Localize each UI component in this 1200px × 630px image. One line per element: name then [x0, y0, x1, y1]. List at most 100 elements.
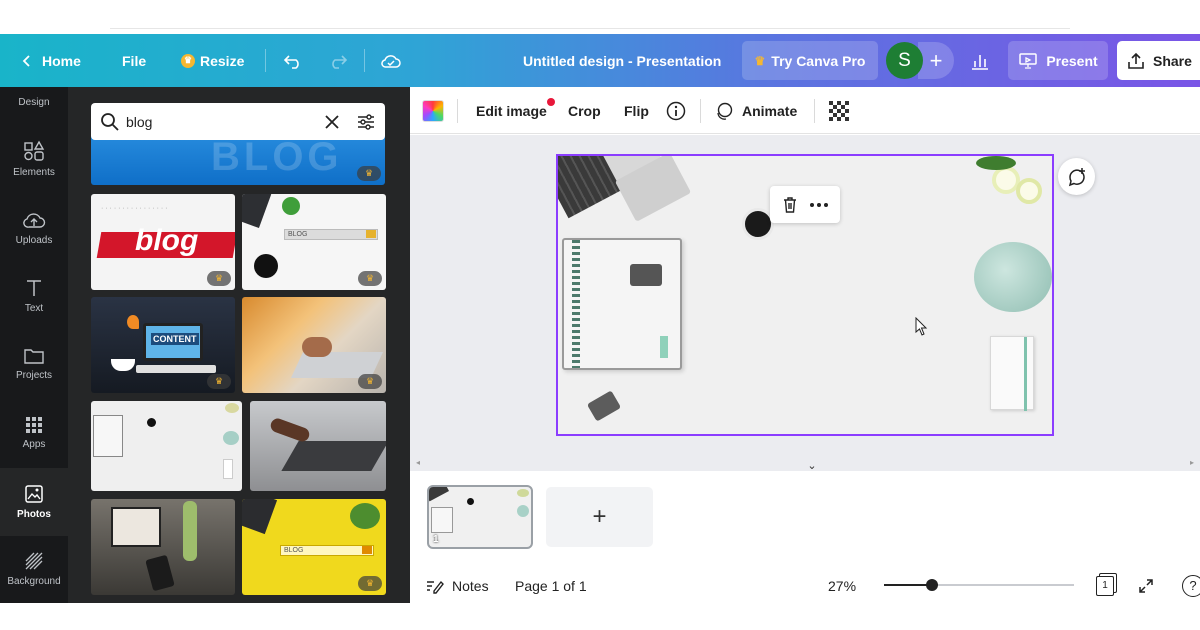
photo-cactus — [183, 501, 197, 561]
photo-phone — [145, 554, 175, 592]
flip-label: Flip — [624, 102, 649, 119]
canvas-small-notebook — [990, 336, 1034, 411]
photo-thumb-blog-wordcloud[interactable]: · · · · · · · · · · · · · · · · blog ♛ — [91, 194, 235, 290]
redo-icon — [332, 54, 348, 69]
scroll-left-icon[interactable]: ◂ — [416, 458, 420, 467]
animate-label: Animate — [742, 102, 798, 119]
help-button[interactable]: ? — [1182, 568, 1200, 603]
sidebar-item-apps[interactable]: Apps — [0, 400, 68, 466]
sidebar-item-uploads[interactable]: Uploads — [0, 195, 68, 261]
bar-chart-icon — [972, 54, 988, 70]
photo-plant — [282, 197, 300, 215]
flip-button[interactable]: Flip — [624, 87, 649, 134]
document-title-text: Untitled design - Presentation — [523, 52, 722, 69]
help-icon: ? — [1182, 574, 1200, 597]
fullscreen-button[interactable] — [1138, 568, 1154, 603]
redo-button[interactable] — [328, 34, 348, 87]
chevron-down-icon: ⌄ — [807, 459, 817, 472]
top-margin — [0, 0, 1200, 34]
photo-thumb-content-laptop[interactable]: CONTENT ♛ — [91, 297, 235, 393]
premium-crown-badge: ♛ — [358, 271, 382, 286]
share-button[interactable]: Share — [1117, 41, 1200, 80]
edit-image-label: Edit image — [476, 102, 547, 119]
crown-icon: ♛ — [181, 53, 195, 68]
try-pro-label: Try Canva Pro — [771, 52, 866, 69]
file-label: File — [122, 52, 147, 69]
search-input[interactable] — [126, 113, 316, 130]
photo-thumb-laptop-hands[interactable] — [250, 401, 386, 491]
photo-thumb-typing-sunset[interactable]: ♛ — [242, 297, 386, 393]
notes-button[interactable]: Notes — [426, 568, 489, 603]
undo-button[interactable] — [283, 34, 303, 87]
color-picker-button[interactable] — [422, 87, 444, 134]
sidebar-item-projects[interactable]: Projects — [0, 331, 68, 397]
cloud-save-status[interactable] — [380, 34, 402, 87]
photo-thumb-blog-desk[interactable]: BLOG ♛ — [242, 194, 386, 290]
page-thumb-flowers — [517, 489, 529, 497]
photo-rocket — [127, 315, 139, 329]
try-canva-pro-button[interactable]: ♛ Try Canva Pro — [742, 41, 878, 80]
more-options-icon[interactable] — [809, 202, 829, 208]
element-floating-toolbar — [770, 186, 840, 223]
sidebar-item-photos[interactable]: Photos — [0, 468, 68, 536]
toolbar-separator — [457, 99, 458, 123]
sidebar-item-elements[interactable]: Elements — [0, 126, 68, 192]
info-button[interactable] — [666, 87, 686, 134]
text-icon — [27, 280, 41, 296]
photo-wordcloud-decor: · · · · · · · · · · · · · · · · — [101, 205, 168, 212]
resize-button[interactable]: ♛ Resize — [181, 34, 244, 87]
premium-crown-badge: ♛ — [357, 166, 381, 181]
top-header-bar: Home File ♛ Resize Untitled design - Pre… — [0, 34, 1200, 87]
add-comment-button[interactable] — [1058, 158, 1095, 195]
crop-button[interactable]: Crop — [568, 87, 601, 134]
elements-icon — [24, 140, 45, 161]
photo-thumb-blog-yellow[interactable]: BLOG ♛ — [242, 499, 386, 595]
photo-keyboard-dark — [281, 441, 386, 471]
edit-image-button[interactable]: Edit image — [476, 87, 555, 134]
add-page-button[interactable]: + — [546, 487, 653, 547]
animate-button[interactable]: Animate — [714, 87, 797, 134]
filter-sliders-icon[interactable] — [356, 112, 376, 132]
home-button[interactable]: Home — [20, 34, 81, 87]
sidebar-item-background[interactable]: Background — [0, 536, 68, 602]
top-divider — [110, 28, 1070, 29]
photo-plant — [350, 503, 380, 529]
photo-thumb-phone-plant[interactable] — [91, 499, 235, 595]
canvas-notebook-spiral — [572, 240, 580, 368]
zoom-level-text: 27% — [828, 577, 857, 594]
scroll-right-icon[interactable]: ▸ — [1190, 458, 1194, 467]
editor-footer: Notes Page 1 of 1 27% 1 ? — [410, 568, 1200, 603]
sidebar-item-design[interactable]: Design — [0, 87, 68, 117]
pages-collapse-toggle[interactable]: ⌄ — [778, 458, 846, 472]
zoom-slider-knob[interactable] — [926, 579, 938, 591]
page-thumb-number: 1 — [433, 534, 439, 545]
photo-hand — [268, 416, 312, 444]
avatar[interactable]: S — [886, 42, 923, 79]
clear-search-icon[interactable] — [324, 114, 340, 130]
home-label: Home — [42, 52, 81, 69]
premium-crown-badge: ♛ — [207, 374, 231, 389]
grid-view-button[interactable]: 1 — [1096, 568, 1114, 603]
page-thumbnail[interactable]: 1 — [427, 485, 533, 549]
present-button[interactable]: Present — [1008, 41, 1108, 80]
grid-icon — [26, 417, 42, 433]
insights-button[interactable] — [970, 34, 990, 87]
file-menu-button[interactable]: File — [122, 34, 146, 87]
image-icon — [25, 485, 43, 503]
document-title[interactable]: Untitled design - Presentation — [523, 34, 721, 87]
comment-plus-icon — [1068, 167, 1085, 186]
sidebar-item-text[interactable]: Text — [0, 263, 68, 329]
transparency-button[interactable] — [829, 87, 849, 134]
page-thumb-teapot — [517, 505, 529, 517]
photo-thumb-flatlay-selected[interactable] — [91, 401, 242, 491]
trash-icon[interactable] — [781, 196, 799, 214]
folder-icon — [24, 349, 44, 364]
plus-icon: + — [592, 503, 607, 530]
canvas-flowers — [972, 156, 1052, 214]
invite-member-button[interactable]: + — [918, 42, 954, 79]
zoom-level[interactable]: 27% — [828, 568, 856, 603]
photo-coffee — [147, 418, 156, 427]
photo-search-box: BLOG — [284, 229, 378, 240]
sidebar-item-label: Background — [7, 576, 61, 587]
zoom-slider[interactable] — [884, 579, 1074, 591]
